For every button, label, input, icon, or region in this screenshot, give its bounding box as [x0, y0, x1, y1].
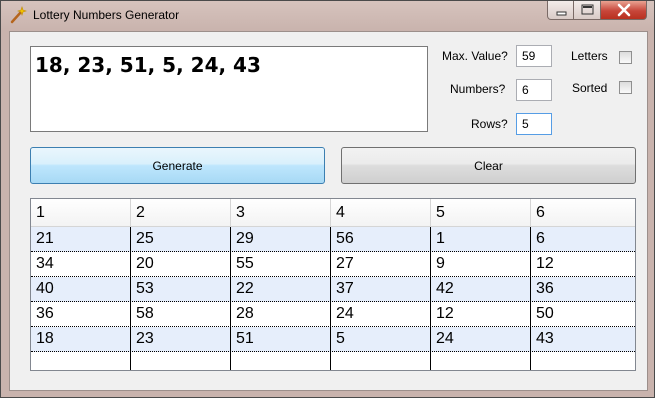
letters-label: Letters: [571, 49, 608, 63]
table-row[interactable]: 21 25 29 56 1 6: [31, 227, 635, 252]
table-cell[interactable]: [131, 352, 231, 370]
numbers-label: Numbers?: [450, 82, 506, 96]
table-row[interactable]: 36 58 28 24 12 50: [31, 302, 635, 327]
table-cell[interactable]: 12: [431, 302, 531, 326]
table-cell[interactable]: 37: [331, 277, 431, 301]
table-cell[interactable]: 24: [431, 327, 531, 351]
table-cell[interactable]: 21: [31, 227, 131, 251]
column-header[interactable]: 3: [231, 199, 331, 226]
table-cell[interactable]: 58: [131, 302, 231, 326]
table-row[interactable]: 18 23 51 5 24 43: [31, 327, 635, 352]
numbers-grid[interactable]: 1 2 3 4 5 6 21 25 29 56 1 6 34 20 55 27 …: [30, 198, 636, 371]
table-cell[interactable]: 12: [531, 252, 635, 276]
table-cell[interactable]: 18: [31, 327, 131, 351]
table-cell[interactable]: [531, 352, 635, 370]
table-cell[interactable]: 5: [331, 327, 431, 351]
column-header[interactable]: 2: [131, 199, 231, 226]
close-icon: [617, 3, 631, 17]
table-cell[interactable]: 34: [31, 252, 131, 276]
table-cell[interactable]: [331, 352, 431, 370]
title-bar[interactable]: Lottery Numbers Generator: [1, 1, 654, 29]
column-header[interactable]: 1: [31, 199, 131, 226]
table-cell[interactable]: 56: [331, 227, 431, 251]
table-cell[interactable]: 40: [31, 277, 131, 301]
client-area: 18, 23, 51, 5, 24, 43 Max. Value? 59 Num…: [9, 31, 648, 391]
table-cell[interactable]: 42: [431, 277, 531, 301]
table-cell[interactable]: 25: [131, 227, 231, 251]
table-cell[interactable]: 9: [431, 252, 531, 276]
letters-checkbox[interactable]: [619, 51, 632, 64]
table-row-new[interactable]: [31, 352, 635, 370]
table-row[interactable]: 34 20 55 27 9 12: [31, 252, 635, 277]
column-header[interactable]: 4: [331, 199, 431, 226]
numbers-input[interactable]: 6: [516, 79, 552, 101]
table-cell[interactable]: [431, 352, 531, 370]
table-cell[interactable]: 28: [231, 302, 331, 326]
table-cell[interactable]: [31, 352, 131, 370]
table-cell[interactable]: 50: [531, 302, 635, 326]
table-cell[interactable]: 53: [131, 277, 231, 301]
table-cell[interactable]: 22: [231, 277, 331, 301]
output-textbox[interactable]: 18, 23, 51, 5, 24, 43: [30, 46, 428, 132]
table-cell[interactable]: 1: [431, 227, 531, 251]
generate-button[interactable]: Generate: [30, 147, 325, 184]
table-cell[interactable]: 36: [531, 277, 635, 301]
table-cell[interactable]: 29: [231, 227, 331, 251]
table-cell[interactable]: 23: [131, 327, 231, 351]
rows-input[interactable]: 5: [516, 113, 552, 135]
app-window: Lottery Numbers Generator 18, 23, 51, 5,…: [0, 0, 655, 398]
table-cell[interactable]: 27: [331, 252, 431, 276]
max-value-input[interactable]: 59: [516, 45, 552, 67]
column-header[interactable]: 6: [531, 199, 635, 226]
table-cell[interactable]: 6: [531, 227, 635, 251]
magic-wand-icon: [9, 6, 27, 24]
clear-button[interactable]: Clear: [341, 147, 636, 184]
minimize-button[interactable]: [547, 1, 574, 20]
rows-label: Rows?: [471, 117, 508, 131]
sorted-checkbox[interactable]: [619, 81, 632, 94]
table-cell[interactable]: 55: [231, 252, 331, 276]
close-button[interactable]: [601, 1, 647, 20]
maximize-icon: [581, 4, 594, 15]
table-cell[interactable]: [231, 352, 331, 370]
table-cell[interactable]: 24: [331, 302, 431, 326]
sorted-label: Sorted: [572, 81, 608, 95]
window-title: Lottery Numbers Generator: [33, 8, 180, 22]
table-cell[interactable]: 43: [531, 327, 635, 351]
table-cell[interactable]: 20: [131, 252, 231, 276]
table-cell[interactable]: 51: [231, 327, 331, 351]
column-header[interactable]: 5: [431, 199, 531, 226]
maximize-button[interactable]: [574, 1, 601, 20]
table-row[interactable]: 40 53 22 37 42 36: [31, 277, 635, 302]
table-cell[interactable]: 36: [31, 302, 131, 326]
grid-header: 1 2 3 4 5 6: [31, 199, 635, 227]
minimize-icon: [556, 11, 567, 16]
max-value-label: Max. Value?: [442, 49, 508, 63]
